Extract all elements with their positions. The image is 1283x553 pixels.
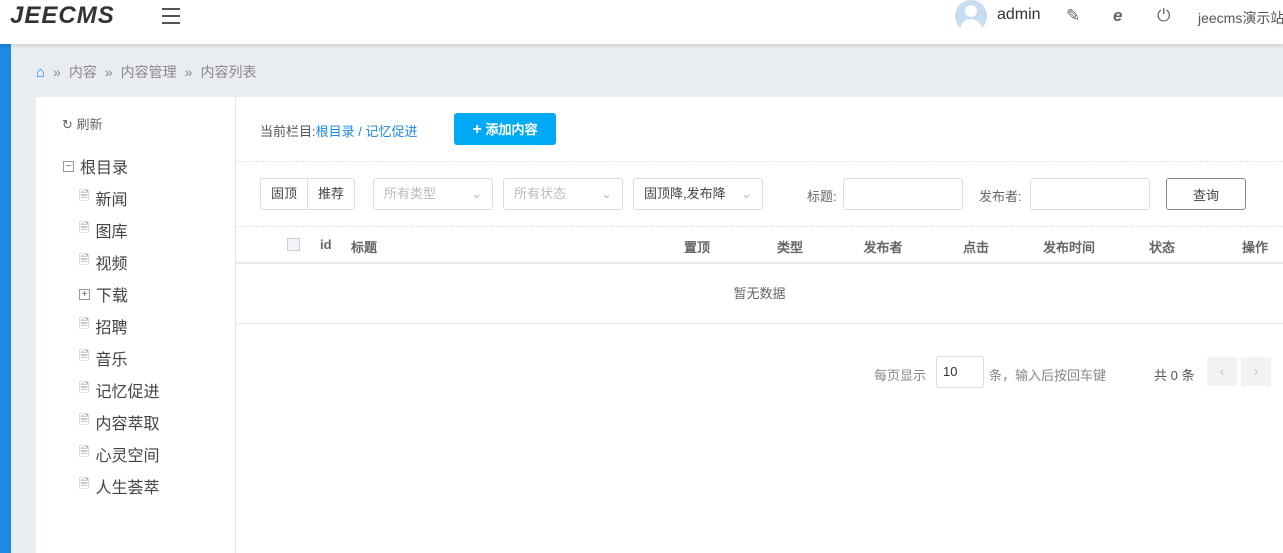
main-area: 当前栏目:根目录 / 记忆促进 + 添加内容 固顶 推荐 所有类型 ⌄ 所有状态 ⌄… <box>236 97 1283 553</box>
tree-item[interactable]: 🗎 新闻 <box>79 186 127 210</box>
column-header: 发布时间 <box>1042 240 1096 255</box>
document-icon: 🗎 <box>79 348 90 363</box>
tree-item[interactable]: 🗎 内容萃取 <box>79 410 159 434</box>
empty-message: 暂无数据 <box>236 264 1283 324</box>
refresh-icon: ↻ <box>62 117 73 132</box>
column-header: 类型 <box>776 240 804 255</box>
column-header: 发布者 <box>863 240 903 255</box>
tree-item[interactable]: + 下载 <box>79 282 128 306</box>
next-page-button[interactable]: › <box>1241 357 1271 386</box>
add-content-button[interactable]: + 添加内容 <box>454 113 556 145</box>
top-filter-button[interactable]: 固顶 <box>261 179 307 209</box>
chevron-down-icon: ⌄ <box>471 186 482 201</box>
document-icon: 🗎 <box>79 380 90 395</box>
refresh-button[interactable]: ↻ 刷新 <box>62 114 103 133</box>
per-page-hint: 条，输入后按回车键 <box>989 368 1107 383</box>
side-accent <box>0 44 11 553</box>
channel-tree: ↻ 刷新 − 根目录 🗎 新闻 🗎 图库 🗎 视频 + 下载 🗎 招聘 🗎 音乐 🗎 记忆促进 🗎 内容萃取 🗎 心… <box>36 97 236 553</box>
logo: JEECMS <box>10 2 115 29</box>
user-edit-icon[interactable]: ✎ <box>1066 6 1080 26</box>
column-header: 置顶 <box>683 240 711 255</box>
plus-icon: + <box>472 121 482 138</box>
breadcrumb-item[interactable]: 内容管理 <box>121 62 177 82</box>
document-icon: 🗎 <box>79 252 90 267</box>
recommend-filter-button[interactable]: 推荐 <box>307 179 354 209</box>
document-icon: 🗎 <box>79 188 90 203</box>
column-header: 标题 <box>351 240 378 255</box>
column-header: 操作 <box>1241 240 1269 255</box>
expand-icon[interactable]: + <box>79 288 90 300</box>
breadcrumb-item[interactable]: 内容 <box>69 62 97 82</box>
column-header: 状态 <box>1148 240 1176 255</box>
tree-item[interactable]: 🗎 心灵空间 <box>79 442 159 466</box>
flag-filter-group: 固顶 推荐 <box>260 178 356 210</box>
document-icon: 🗎 <box>79 412 90 427</box>
chevron-down-icon: ⌄ <box>741 186 752 201</box>
avatar[interactable] <box>955 0 987 32</box>
current-channel-path[interactable]: 根目录 / 记忆促进 <box>316 124 418 139</box>
breadcrumb: ⌂» 内容» 内容管理» 内容列表 <box>36 62 257 82</box>
tree-item[interactable]: 🗎 记忆促进 <box>79 378 159 402</box>
collapse-icon[interactable]: − <box>63 160 74 172</box>
prev-page-button[interactable]: ‹ <box>1207 357 1237 386</box>
type-select[interactable]: 所有类型 ⌄ <box>373 178 493 210</box>
title-input[interactable] <box>843 178 963 210</box>
column-header: 点击 <box>962 240 990 255</box>
query-button[interactable]: 查询 <box>1166 178 1246 210</box>
power-icon[interactable]: ⏻ <box>1157 6 1170 26</box>
tree-item[interactable]: 🗎 招聘 <box>79 314 127 338</box>
chevron-down-icon: ⌄ <box>601 186 612 201</box>
breadcrumb-item: 内容列表 <box>200 64 257 80</box>
document-icon: 🗎 <box>79 476 90 491</box>
browser-icon[interactable]: e <box>1113 6 1122 26</box>
tree-root[interactable]: − 根目录 <box>63 154 128 178</box>
select-all-checkbox[interactable] <box>287 238 300 251</box>
status-select[interactable]: 所有状态 ⌄ <box>503 178 623 210</box>
title-label: 标题: <box>807 189 837 204</box>
tree-item[interactable]: 🗎 人生荟萃 <box>79 474 159 498</box>
current-channel: 当前栏目:根目录 / 记忆促进 <box>260 124 418 139</box>
top-bar: JEECMS admin ✎ e ⏻ jeecms演示站 <box>0 0 1283 44</box>
per-page-label: 每页显示 <box>874 368 927 383</box>
username[interactable]: admin <box>997 6 1041 24</box>
tree-item[interactable]: 🗎 音乐 <box>79 346 127 370</box>
document-icon: 🗎 <box>79 220 90 235</box>
home-icon[interactable]: ⌂ <box>36 64 45 81</box>
content-panel: ↻ 刷新 − 根目录 🗎 新闻 🗎 图库 🗎 视频 + 下载 🗎 招聘 🗎 音乐 🗎 记忆促进 🗎 内容萃取 🗎 心… <box>36 97 1283 553</box>
tree-item[interactable]: 🗎 图库 <box>79 218 127 242</box>
tree-item[interactable]: 🗎 视频 <box>79 250 127 274</box>
sort-select[interactable]: 固顶降,发布降 ⌄ <box>633 178 763 210</box>
publisher-label: 发布者: <box>979 189 1022 204</box>
publisher-input[interactable] <box>1030 178 1150 210</box>
table-header: id 标题 置顶 类型 发布者 点击 发布时间 状态 操作 <box>236 227 1283 264</box>
column-header: id <box>320 237 332 252</box>
document-icon: 🗎 <box>79 444 90 459</box>
total-count: 共 0 条 <box>1154 368 1195 383</box>
per-page-input[interactable]: 10 <box>936 356 984 388</box>
document-icon: 🗎 <box>79 316 90 331</box>
site-link[interactable]: jeecms演示站 <box>1198 8 1283 28</box>
menu-toggle-icon[interactable] <box>162 8 180 24</box>
